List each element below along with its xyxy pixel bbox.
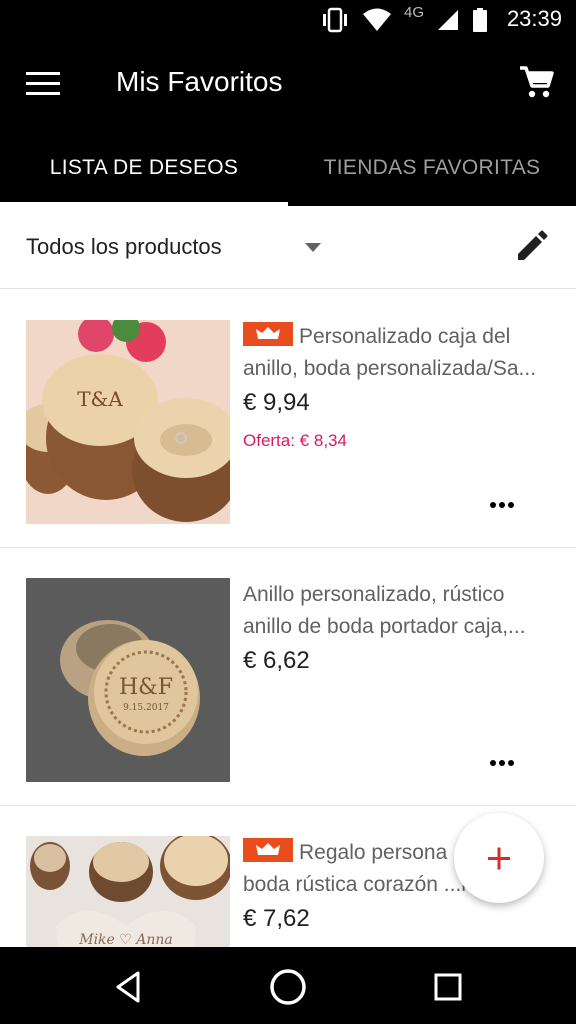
list-item[interactable]: T&A Personalizado caja del anillo, boda … (0, 289, 576, 548)
edit-pencil-icon[interactable] (514, 228, 550, 264)
status-bar: 4G 23:39 (0, 0, 576, 40)
offer-price: Oferta: € 8,34 (243, 431, 347, 450)
product-image[interactable]: H&F 9.15.2017 (26, 578, 230, 782)
status-icons: 4G (320, 3, 488, 34)
product-price: € 7,62 (243, 905, 310, 932)
system-nav-bar (0, 947, 576, 1024)
product-title-line1: Personalizado caja del (299, 325, 511, 348)
product-image[interactable]: Mike ♡ Anna 02.10.2017 (26, 836, 230, 947)
product-price: € 9,94 (243, 389, 310, 416)
page-title: Mis Favoritos (116, 66, 283, 97)
product-title-line1: Anillo personalizado, rústico (243, 583, 505, 606)
list-item[interactable]: H&F 9.15.2017 Anillo personalizado, rúst… (0, 547, 576, 806)
clock: 23:39 (506, 6, 562, 31)
recents-icon[interactable] (426, 965, 470, 1009)
tab-wishlist-label: LISTA DE DESEOS (49, 156, 239, 179)
svg-text:T&A: T&A (77, 387, 123, 411)
product-title[interactable]: Personalizado caja del anillo, boda pers… (243, 321, 559, 385)
app-bar: Mis Favoritos (0, 40, 576, 130)
cell-signal-icon (438, 10, 458, 30)
battery-icon (473, 8, 487, 32)
more-options-icon[interactable] (490, 758, 520, 768)
tab-favorite-stores-label: TIENDAS FAVORITAS (323, 156, 541, 179)
wifi-icon (362, 8, 391, 31)
crown-badge-icon (243, 322, 293, 346)
menu-icon[interactable] (26, 70, 62, 98)
product-image[interactable]: T&A (26, 320, 230, 524)
add-fab-button[interactable] (454, 813, 544, 903)
back-icon[interactable] (106, 965, 150, 1009)
product-title[interactable]: Anillo personalizado, rústico anillo de … (243, 579, 559, 643)
svg-text:Mike ♡ Anna: Mike ♡ Anna (78, 932, 173, 947)
filter-bar: Todos los productos (0, 206, 576, 289)
dropdown-arrow-icon[interactable] (305, 243, 321, 252)
product-price: € 6,62 (243, 647, 310, 674)
network-type-label: 4G (403, 3, 424, 21)
svg-text:9.15.2017: 9.15.2017 (123, 703, 169, 713)
shopping-cart-icon[interactable] (518, 64, 554, 100)
filter-dropdown[interactable]: Todos los productos (26, 234, 222, 260)
home-icon[interactable] (266, 965, 310, 1009)
tab-wishlist[interactable]: LISTA DE DESEOS (0, 130, 288, 206)
more-options-icon[interactable] (490, 500, 520, 510)
plus-icon (488, 847, 510, 870)
product-title-line2: anillo de boda portador caja,... (243, 615, 526, 638)
svg-text:H&F: H&F (119, 675, 173, 700)
vibrate-icon (322, 7, 347, 33)
crown-badge-icon (243, 838, 293, 862)
tab-bar: LISTA DE DESEOS TIENDAS FAVORITAS (0, 130, 576, 206)
product-title-line1: Regalo persona (299, 841, 448, 864)
product-title-line2: anillo, boda personalizada/Sa... (243, 357, 537, 380)
tab-favorite-stores[interactable]: TIENDAS FAVORITAS (288, 130, 576, 206)
